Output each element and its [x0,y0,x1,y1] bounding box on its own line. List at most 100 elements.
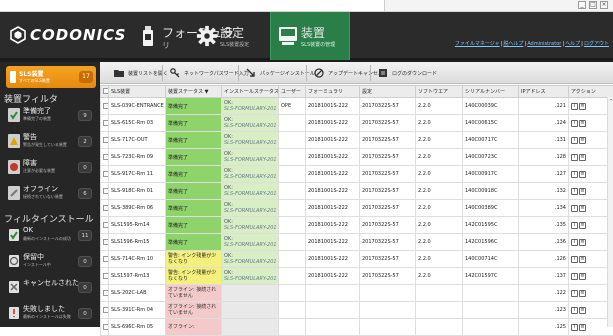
download-log-button[interactable]: ログのダウンロード [374,66,441,80]
column-header-user[interactable]: ユーザー [279,86,306,98]
cell-status: 準備完了 [166,183,222,200]
details-icon[interactable]: ≡ [579,188,586,195]
row-checkbox[interactable] [101,285,109,302]
table-row[interactable]: SLS1595-Rm14準備完了OK:SLS-FORMULARY-2012018… [101,217,613,234]
details-icon[interactable]: ≡ [579,103,586,110]
cell-status: 準備完了 [166,149,222,166]
table-row[interactable]: SLS-723C-Rm 09準備完了OK:SLS-FORMULARY-20120… [101,149,613,166]
log-document-icon [378,68,388,78]
info-icon[interactable]: i [571,205,578,212]
details-icon[interactable]: ≡ [579,307,586,314]
info-icon[interactable]: i [571,154,578,161]
filter-ready[interactable]: 準備完了 準備完了の装置 9 [6,105,96,127]
info-icon[interactable]: i [571,273,578,280]
column-header-serial[interactable]: シリアルナンバー [463,86,519,98]
row-checkbox[interactable] [101,132,109,149]
row-checkbox[interactable] [101,251,109,268]
link-help[interactable]: ヘルプ [565,41,580,47]
details-icon[interactable]: ≡ [579,154,586,161]
row-checkbox[interactable] [101,234,109,251]
table-row[interactable]: SLS-389C-Rm 06準備完了OK:SLS-FORMULARY-20120… [101,200,613,217]
info-icon[interactable]: i [571,103,578,110]
column-header-settings[interactable]: 設定 [360,86,416,98]
link-administrator[interactable]: Administrator [527,41,561,47]
link-help-off[interactable]: 脱ヘルプ [503,41,523,47]
info-icon[interactable]: i [571,307,578,314]
info-icon[interactable]: i [571,324,578,331]
row-checkbox[interactable] [101,115,109,132]
row-checkbox[interactable] [101,217,109,234]
package-install-button[interactable]: パッケージインストール [242,66,319,80]
install-ok[interactable]: OK 最新のインストールの成功 11 [6,225,96,247]
column-header-status[interactable]: 装置ステータス ▼ [166,86,222,98]
details-icon[interactable]: ≡ [579,273,586,280]
link-file-manager[interactable]: ファイルマネージャ [455,41,500,47]
network-password-button[interactable]: ネットワークパスワード入力 [166,66,253,80]
table-row[interactable]: SLS-202C-LABオフライン: 接続されていません.122i≡ [101,285,613,302]
row-checkbox[interactable] [101,268,109,285]
row-checkbox[interactable] [101,166,109,183]
details-icon[interactable]: ≡ [579,120,586,127]
column-header-action[interactable]: アクション [569,86,613,98]
details-icon[interactable]: ≡ [579,239,586,246]
row-checkbox[interactable] [101,200,109,217]
info-icon[interactable]: i [571,222,578,229]
close-button[interactable]: × [600,1,608,9]
row-checkbox[interactable] [101,149,109,166]
table-row[interactable]: SLS-714C-Rm 10警告: インク残量が少なくなりOK:SLS-FORM… [101,251,613,268]
details-icon[interactable]: ≡ [579,205,586,212]
info-icon[interactable]: i [571,290,578,297]
table-row[interactable]: SLS1597-Rm13警告: インク残量が少なくなりOK:SLS-FORMUL… [101,268,613,285]
sidebar-item-sls-devices[interactable]: SLS装置 すべてのSLS装置 17 [6,66,96,88]
table-row[interactable]: SLS-918C-Rm 01準備完了OK:SLS-FORMULARY-20120… [101,183,613,200]
link-logout[interactable]: ログアウト [584,41,609,47]
column-header-device[interactable]: SLS装置 [109,86,166,98]
device-filter-heading: 装置フィルタ [4,92,58,105]
table-row[interactable]: SLS-696C-Rm 05オフライン:.125i≡ [101,319,613,336]
info-icon[interactable]: i [571,188,578,195]
info-icon[interactable]: i [571,256,578,263]
column-header-software[interactable]: ソフトウエア [416,86,463,98]
filter-fault[interactable]: 障害 注意が必要な装置 0 [6,157,96,179]
column-header-install-status[interactable]: インストールステータス [222,86,279,98]
info-icon[interactable]: i [571,120,578,127]
details-icon[interactable]: ≡ [579,290,586,297]
filter-offline[interactable]: オフライン 接続されていない装置 6 [6,183,96,205]
table-row[interactable]: SLS-039C-ENTRANCE準備完了OK:SLS-FORMULARY-20… [101,98,613,115]
row-checkbox[interactable] [101,319,109,336]
cell-user [279,319,306,336]
info-icon[interactable]: i [571,137,578,144]
install-failed[interactable]: 失敗しました 最新のインストールは失敗 0 [6,303,96,325]
minimize-button[interactable]: _ [578,1,586,9]
install-failed-count: 0 [78,308,92,319]
toolbar-separator [370,65,371,81]
details-icon[interactable]: ≡ [579,137,586,144]
table-row[interactable]: SLS-391C-Rm 04オフライン: 接続されていません.123i≡ [101,302,613,319]
details-icon[interactable]: ≡ [579,222,586,229]
scroll-up-arrow-icon[interactable]: ^ [609,99,613,105]
details-icon[interactable]: ≡ [579,324,586,331]
toolbar: 装置リストを開く ネットワークパスワード入力 パッケージインストール アップデー… [100,62,613,84]
details-icon[interactable]: ≡ [579,171,586,178]
row-checkbox[interactable] [101,302,109,319]
details-icon[interactable]: ≡ [579,256,586,263]
table-row[interactable]: SLS-615C-Rm 03準備完了OK:SLS-FORMULARY-20120… [101,115,613,132]
info-icon[interactable]: i [571,239,578,246]
row-checkbox[interactable] [101,183,109,200]
table-row[interactable]: SLS-917C-Rm 11準備完了OK:SLS-FORMULARY-20120… [101,166,613,183]
row-checkbox[interactable] [101,98,109,115]
nav-tab-devices[interactable]: 装置 SLS装置の管理 [270,12,350,60]
cell-serial: 140C00917C [463,166,519,183]
nav-tab-settings[interactable]: 設定 SLS装置設定 [190,12,262,60]
maximize-button[interactable]: □ [589,1,597,9]
table-row[interactable]: SLS-717C-OUT準備完了OK:SLS-FORMULARY-2012018… [101,132,613,149]
vertical-scrollbar[interactable]: ^ [607,97,613,327]
column-header-formulary[interactable]: フォーミュラリ [306,86,360,98]
info-icon[interactable]: i [571,171,578,178]
table-row[interactable]: SLS1596-Rm15準備完了OK:SLS-FORMULARY-2012018… [101,234,613,251]
filter-warning[interactable]: 警告 警告が発生している装置 2 [6,131,96,153]
install-cancelled[interactable]: キャンセルされた 0 [6,277,96,299]
column-header-ip[interactable]: IPアドレス [519,86,569,98]
install-pending[interactable]: 保留中 インストール中 0 [6,251,96,273]
select-all-checkbox[interactable] [101,86,109,98]
